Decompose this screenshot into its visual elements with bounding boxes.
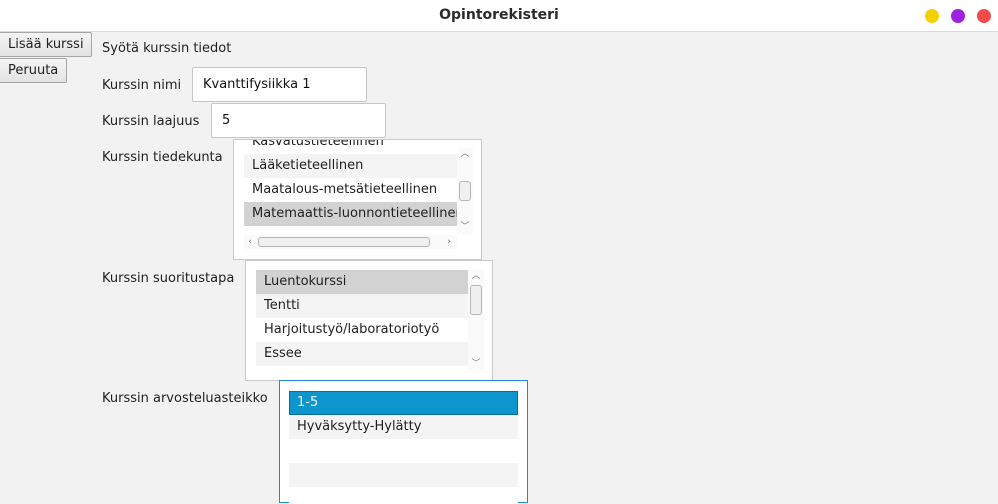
course-credits-field[interactable]: 5 xyxy=(211,103,386,138)
grading-item-selected[interactable]: 1-5 xyxy=(289,391,518,415)
cancel-button[interactable]: Peruuta xyxy=(0,58,67,83)
course-name-field[interactable]: Kvanttifysiikka 1 xyxy=(192,67,367,102)
window-title: Opintorekisteri xyxy=(439,7,559,23)
faculty-item[interactable]: Lääketieteellinen xyxy=(244,154,457,178)
chevron-down-icon[interactable]: ﹀ xyxy=(470,359,482,369)
title-bar: Opintorekisteri xyxy=(0,0,998,32)
chevron-right-icon[interactable]: › xyxy=(443,237,455,247)
chevron-left-icon[interactable]: ‹ xyxy=(244,237,256,247)
form-heading: Syötä kurssin tiedot xyxy=(102,41,232,56)
empty-list-row xyxy=(289,439,518,463)
method-item[interactable]: Essee xyxy=(256,342,468,366)
faculty-item[interactable]: Kasvatustieteellinen xyxy=(244,140,457,154)
method-item[interactable]: Harjoitustyö/laboratoriotyö xyxy=(256,318,468,342)
method-item[interactable]: Tentti xyxy=(256,294,468,318)
method-item-selected[interactable]: Luentokurssi xyxy=(256,270,468,294)
faculty-list[interactable]: Kasvatustieteellinen Lääketieteellinen M… xyxy=(244,140,457,234)
scrollbar-thumb[interactable] xyxy=(470,285,482,315)
chevron-up-icon[interactable]: ︿ xyxy=(459,149,471,159)
empty-list-row xyxy=(289,463,518,487)
scrollbar-thumb[interactable] xyxy=(459,181,471,201)
chevron-down-icon[interactable]: ﹀ xyxy=(459,222,471,232)
empty-list-row xyxy=(289,487,518,504)
faculty-horizontal-scrollbar[interactable]: ‹ › xyxy=(244,235,457,249)
add-course-button[interactable]: Lisää kurssi xyxy=(0,32,92,57)
course-name-label: Kurssin nimi xyxy=(102,78,182,93)
method-list-panel: Luentokurssi Tentti Harjoitustyö/laborat… xyxy=(245,260,493,381)
faculty-item-selected[interactable]: Matemaattis-luonnontieteellinen xyxy=(244,202,457,226)
course-credits-label: Kurssin laajuus xyxy=(102,114,200,129)
faculty-list-panel: Kasvatustieteellinen Lääketieteellinen M… xyxy=(233,139,482,260)
grading-label: Kurssin arvosteluasteikko xyxy=(102,391,268,406)
close-button[interactable] xyxy=(977,9,991,23)
grading-item[interactable]: Hyväksytty-Hylätty xyxy=(289,415,518,439)
faculty-vertical-scrollbar[interactable]: ︿ ﹀ xyxy=(457,148,473,234)
method-list[interactable]: Luentokurssi Tentti Harjoitustyö/laborat… xyxy=(256,270,468,371)
maximize-button[interactable] xyxy=(951,9,965,23)
faculty-label: Kurssin tiedekunta xyxy=(102,150,223,165)
faculty-item[interactable]: Maatalous-metsätieteellinen xyxy=(244,178,457,202)
grading-list-panel: 1-5 Hyväksytty-Hylätty xyxy=(279,380,528,504)
chevron-up-icon[interactable]: ︿ xyxy=(470,271,482,281)
method-vertical-scrollbar[interactable]: ︿ ﹀ xyxy=(468,270,484,371)
minimize-button[interactable] xyxy=(925,9,939,23)
method-label: Kurssin suoritustapa xyxy=(102,271,235,286)
grading-list[interactable]: 1-5 Hyväksytty-Hylätty xyxy=(289,391,518,504)
scrollbar-thumb[interactable] xyxy=(258,237,430,247)
